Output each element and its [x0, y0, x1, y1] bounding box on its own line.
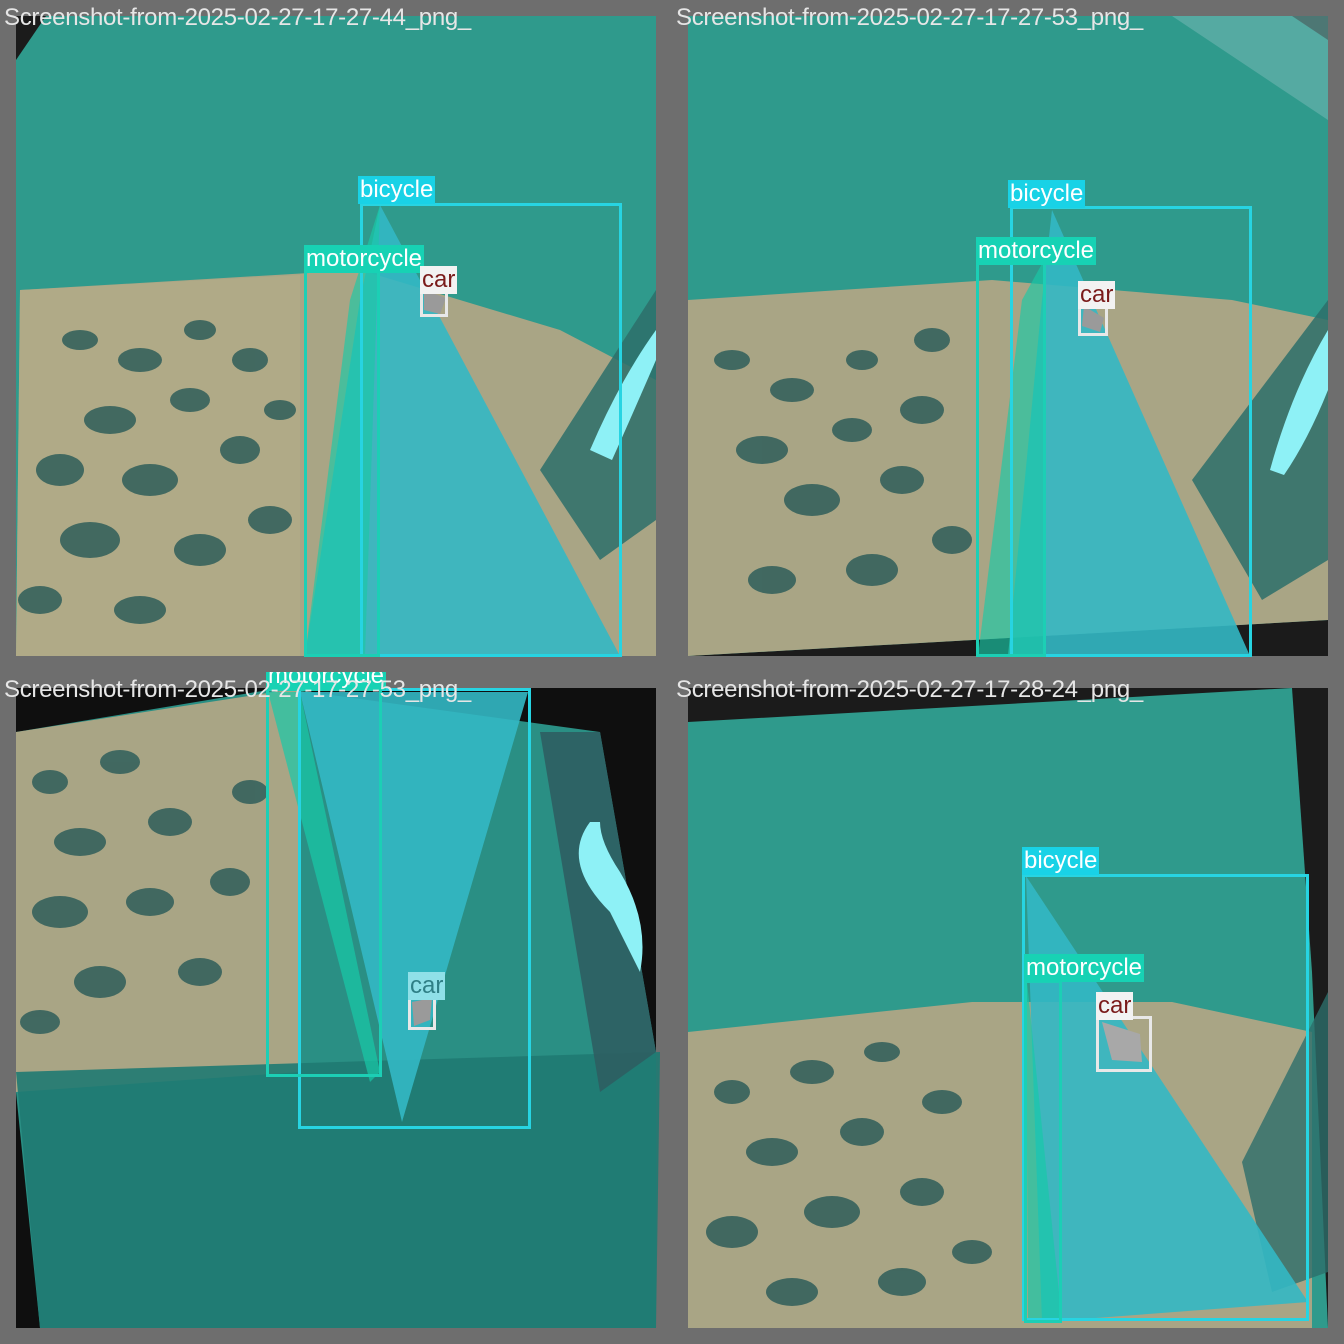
bicycle-label: bicycle: [1008, 180, 1086, 208]
car-label: car: [1078, 281, 1116, 309]
car-label: car: [1096, 992, 1134, 1020]
motorcycle-bounding-box: [304, 270, 380, 657]
motorcycle-bounding-box: [266, 688, 382, 1077]
motorcycle-label: motorcycle: [976, 237, 1097, 265]
mosaic-tile-1: Screenshot-from-2025-02-27-17-27-44_png_…: [0, 0, 666, 666]
image-filename: Screenshot-from-2025-02-27-17-27-44_png_: [4, 4, 471, 31]
motorcycle-bounding-box: [976, 262, 1046, 657]
motorcycle-bounding-box: [1024, 980, 1062, 1323]
car-label: car: [408, 972, 446, 1000]
mosaic-tile-3: Screenshot-from-2025-02-27-17-27-53_png_…: [0, 672, 666, 1338]
mosaic-tile-4: Screenshot-from-2025-02-27-17-28-24_png_…: [672, 672, 1338, 1338]
motorcycle-label: motorcycle: [304, 245, 425, 273]
car-label: car: [420, 266, 458, 294]
bicycle-bounding-box: [1010, 206, 1252, 657]
mosaic-tile-2: Screenshot-from-2025-02-27-17-27-53_png_…: [672, 0, 1338, 666]
car-bounding-box: [420, 290, 448, 317]
bicycle-bounding-box: [1022, 874, 1309, 1321]
image-filename: Screenshot-from-2025-02-27-17-27-53_png_: [676, 4, 1143, 31]
car-bounding-box: [1096, 1016, 1152, 1072]
bicycle-label: bicycle: [358, 176, 436, 204]
motorcycle-label: motorcycle: [1024, 954, 1145, 982]
bicycle-label: bicycle: [1022, 847, 1100, 875]
image-filename: Screenshot-from-2025-02-27-17-28-24_png_: [676, 676, 1143, 703]
image-filename: Screenshot-from-2025-02-27-17-27-53_png_: [4, 676, 471, 703]
